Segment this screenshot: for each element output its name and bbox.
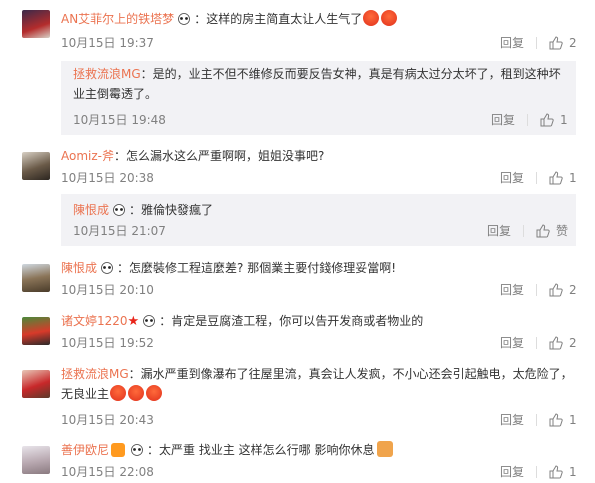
username[interactable]: 陳恨成 bbox=[73, 203, 109, 217]
like-count: 2 bbox=[569, 283, 577, 297]
like-button[interactable]: 2 bbox=[549, 333, 577, 353]
reply-button[interactable]: 回复 bbox=[500, 410, 524, 430]
thumbs-up-icon bbox=[549, 465, 563, 479]
username[interactable]: Aomiz-斧 bbox=[61, 149, 114, 163]
like-button[interactable]: 2 bbox=[549, 280, 577, 300]
comment-text: 这样的房主简直太让人生气了 bbox=[206, 12, 363, 26]
like-button[interactable]: 1 bbox=[540, 110, 568, 130]
comment-text-line1: 漏水严重到像瀑布了往屋里流，真会让人发疯，不小心还会引起触电，太危险了， bbox=[140, 367, 573, 381]
divider bbox=[536, 337, 537, 349]
like-count: 1 bbox=[569, 413, 577, 427]
username[interactable]: AN艾菲尔上的铁塔梦 bbox=[61, 12, 174, 26]
vip-badge-icon bbox=[111, 443, 126, 457]
timestamp: 10月15日 20:43 bbox=[61, 413, 154, 427]
avatar[interactable] bbox=[22, 446, 50, 474]
timestamp: 10月15日 22:08 bbox=[61, 465, 154, 479]
reply-button[interactable]: 回复 bbox=[500, 462, 524, 482]
angry-emoji-icon bbox=[110, 385, 127, 401]
avatar[interactable] bbox=[22, 10, 50, 38]
reply-button[interactable]: 回复 bbox=[491, 110, 515, 130]
divider bbox=[536, 466, 537, 478]
divider bbox=[527, 114, 528, 126]
panda-icon bbox=[143, 315, 156, 327]
thumbs-up-icon bbox=[549, 36, 563, 50]
angry-emoji-icon bbox=[146, 385, 163, 401]
thumbs-up-icon bbox=[549, 171, 563, 185]
avatar[interactable] bbox=[22, 370, 50, 398]
timestamp: 10月15日 19:37 bbox=[61, 36, 154, 50]
like-button[interactable]: 1 bbox=[549, 462, 577, 482]
reply-button[interactable]: 回复 bbox=[500, 333, 524, 353]
divider bbox=[536, 172, 537, 184]
comment-text: 太严重 找业主 这样怎么行哪 影响你休息 bbox=[159, 443, 375, 457]
like-label: 赞 bbox=[555, 224, 568, 238]
avatar[interactable] bbox=[22, 152, 50, 180]
comment-text: 肯定是豆腐渣工程，你可以告开发商或者物业的 bbox=[171, 314, 424, 328]
reply-text-line2: 业主倒霉透了。 bbox=[73, 87, 158, 101]
thumbs-up-icon bbox=[549, 283, 563, 297]
divider bbox=[522, 225, 524, 237]
like-count: 2 bbox=[569, 336, 577, 350]
reply-text-line1: 是的，业主不但不维修反而要反告女神，真是有病太过分太坏了，租到这种坏 bbox=[152, 67, 561, 81]
panda-icon bbox=[178, 13, 191, 25]
like-button[interactable]: 1 bbox=[549, 410, 577, 430]
like-button[interactable]: 1 bbox=[549, 168, 577, 188]
cat-emoji-icon bbox=[377, 441, 394, 457]
thumbs-up-icon bbox=[540, 113, 554, 127]
angry-emoji-icon bbox=[381, 10, 398, 26]
panda-icon bbox=[101, 262, 113, 274]
like-button[interactable]: 赞 bbox=[536, 221, 568, 241]
divider bbox=[536, 37, 537, 49]
reply-item: 拯救流浪MG：是的，业主不但不维修反而要反告女神，真是有病太过分太坏了，租到这种… bbox=[61, 61, 576, 135]
username[interactable]: 诸文婷1220 bbox=[61, 314, 128, 328]
avatar[interactable] bbox=[22, 317, 50, 345]
username[interactable]: 善伊欧尼 bbox=[61, 443, 109, 457]
avatar[interactable] bbox=[22, 264, 50, 292]
panda-icon bbox=[131, 444, 143, 456]
like-count: 1 bbox=[560, 113, 568, 127]
reply-button[interactable]: 回复 bbox=[487, 221, 511, 241]
timestamp: 10月15日 21:07 bbox=[73, 224, 166, 238]
thumbs-up-icon bbox=[549, 336, 563, 350]
username[interactable]: 陳恨成 bbox=[61, 261, 97, 275]
thumbs-up-icon bbox=[536, 224, 550, 238]
divider bbox=[536, 284, 537, 296]
reply-item: 陳恨成 ：雅倫快發瘋了 10月15日 21:07 回复 赞 bbox=[61, 194, 576, 246]
like-count: 2 bbox=[569, 36, 577, 50]
like-count: 1 bbox=[569, 465, 577, 479]
like-count: 1 bbox=[569, 171, 577, 185]
angry-emoji-icon bbox=[363, 10, 380, 26]
comment-text-line2: 无良业主 bbox=[61, 387, 110, 401]
reply-button[interactable]: 回复 bbox=[500, 280, 524, 300]
reply-button[interactable]: 回复 bbox=[500, 168, 524, 188]
timestamp: 10月15日 20:38 bbox=[61, 171, 154, 185]
red-star-icon: ★ bbox=[127, 314, 140, 329]
like-button[interactable]: 2 bbox=[549, 33, 577, 53]
reply-text: 雅倫快發瘋了 bbox=[141, 203, 214, 217]
timestamp: 10月15日 19:52 bbox=[61, 336, 154, 350]
reply-button[interactable]: 回复 bbox=[500, 33, 524, 53]
comment-text: 怎麼裝修工程這麼差? 那個業主要付錢修理妥當啊! bbox=[129, 261, 397, 275]
username[interactable]: 拯救流浪MG bbox=[73, 67, 141, 81]
divider bbox=[536, 414, 537, 426]
timestamp: 10月15日 19:48 bbox=[73, 113, 166, 127]
angry-emoji-icon bbox=[128, 385, 145, 401]
username[interactable]: 拯救流浪MG bbox=[61, 367, 129, 381]
panda-icon bbox=[113, 204, 125, 216]
comment-text: 怎么漏水这么严重啊啊，姐姐没事吧? bbox=[126, 149, 325, 163]
thumbs-up-icon bbox=[549, 413, 563, 427]
timestamp: 10月15日 20:10 bbox=[61, 283, 154, 297]
